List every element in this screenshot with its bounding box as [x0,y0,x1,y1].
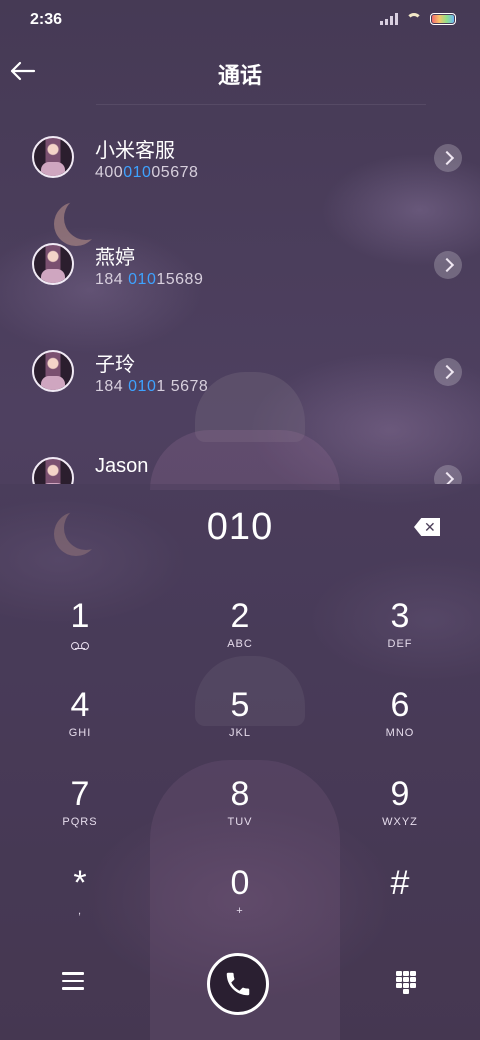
contact-results-list: 小米客服 40001005678 燕婷 184 01015689 子玲 184 … [0,106,480,484]
dial-key-4[interactable]: 4 GHI [20,685,140,765]
chevron-right-icon[interactable] [434,465,462,484]
dialer-panel: 010 ✕ 1 2 ABC 3 DEF 4 GHI 5 JKL 6 MNO 7 … [0,484,480,1040]
app-header: 通话 [0,48,480,104]
page-title: 通话 [217,63,262,88]
dial-key-7[interactable]: 7 PQRS [20,774,140,854]
divider [96,104,426,105]
dial-key-0[interactable]: 0 + [180,863,300,943]
contact-row[interactable]: Jason [0,427,480,484]
status-time: 2:36 [30,11,63,28]
dial-key-8[interactable]: 8 TUV [180,774,300,854]
chevron-right-icon[interactable] [434,251,462,279]
contact-name: Jason [95,455,149,477]
contact-name: 子玲 [95,354,135,376]
contact-row[interactable]: 子玲 184 0101 5678 [0,320,480,427]
dial-key-2[interactable]: 2 ABC [180,596,300,676]
match-highlight: 010 [123,164,152,181]
contact-row[interactable]: 小米客服 40001005678 [0,106,480,213]
call-button[interactable] [207,953,269,1015]
contact-number: 40001005678 [95,164,199,181]
avatar [32,457,74,484]
avatar [32,243,74,285]
contact-number: 184 0101 5678 [95,378,209,395]
dial-key-6[interactable]: 6 MNO [340,685,460,765]
avatar [32,350,74,392]
signal-icon [380,13,398,25]
dial-key-9[interactable]: 9 WXYZ [340,774,460,854]
status-icons [380,13,456,25]
chevron-right-icon[interactable] [434,358,462,386]
chevron-right-icon[interactable] [434,144,462,172]
avatar [32,136,74,178]
dial-key-1[interactable]: 1 [20,596,140,676]
contact-name: 小米客服 [95,140,175,162]
voicemail-icon [71,642,89,650]
dial-key-3[interactable]: 3 DEF [340,596,460,676]
contact-row[interactable]: 燕婷 184 01015689 [0,213,480,320]
dialed-number-display: 010 [206,506,274,548]
contact-number: 184 01015689 [95,271,204,288]
wifi-icon [406,13,422,25]
match-highlight: 010 [128,378,157,395]
dial-key-hash[interactable]: # [340,863,460,943]
dialpad-icon[interactable] [396,971,416,994]
phone-icon [226,972,250,996]
contact-name: 燕婷 [95,247,135,269]
battery-icon [430,13,456,25]
dial-key-star[interactable]: * , [20,863,140,943]
menu-icon[interactable] [62,972,84,990]
match-highlight: 010 [128,271,157,288]
dial-key-5[interactable]: 5 JKL [180,685,300,765]
status-bar: 2:36 [0,0,480,40]
